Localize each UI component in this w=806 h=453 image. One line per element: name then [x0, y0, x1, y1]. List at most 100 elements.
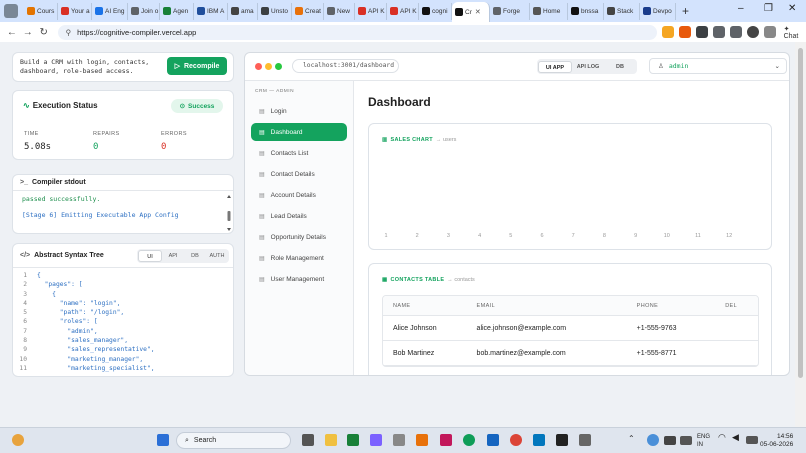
sidebar-item[interactable]: ▤ Opportunity Details	[251, 228, 347, 246]
keyboard-icon[interactable]	[664, 436, 676, 445]
file-explorer-icon[interactable]	[325, 434, 337, 446]
browser-tab[interactable]: cogni	[419, 2, 452, 20]
app-icon[interactable]	[556, 434, 568, 446]
sidebar-item[interactable]: ▤ Login	[251, 102, 347, 120]
start-icon[interactable]	[157, 434, 169, 446]
app-icon[interactable]	[440, 434, 452, 446]
page-scrollbar[interactable]	[795, 42, 806, 427]
sales-chart-title-text: SALES CHART	[390, 137, 433, 143]
volume-icon[interactable]: ◀	[732, 432, 744, 444]
browser-tab[interactable]: Cr ✕	[452, 2, 490, 22]
sidebar-item[interactable]: ▤ Account Details	[251, 186, 347, 204]
system-clock[interactable]: 14:56 05-06-2026	[760, 433, 793, 449]
chrome-icon[interactable]	[510, 434, 522, 446]
tray-icon[interactable]	[647, 434, 659, 446]
minimize-icon[interactable]: –	[738, 3, 744, 14]
browser-tab[interactable]: Join o	[128, 2, 160, 20]
mode-tab[interactable]: API LOG	[572, 61, 604, 73]
browser-tab[interactable]: API K	[355, 2, 387, 20]
cell-name: Alice Johnson	[393, 324, 437, 332]
table-row[interactable]: Bob Martinez bob.martinez@example.com +1-5…	[383, 341, 758, 366]
browser-tab[interactable]: Unsto	[258, 2, 292, 20]
bookmark-star-icon[interactable]	[662, 26, 675, 38]
maximize-icon[interactable]: ❐	[764, 3, 773, 14]
browser-menu-icon[interactable]	[4, 4, 18, 18]
battery-icon[interactable]	[746, 436, 758, 444]
edge-icon[interactable]	[463, 434, 475, 446]
browser-tab[interactable]: Agen	[160, 2, 194, 20]
mode-tab[interactable]: UI APP	[538, 60, 572, 73]
ast-tab[interactable]: API	[162, 250, 184, 262]
scrollbar-thumb[interactable]	[798, 48, 803, 378]
browser-tab[interactable]: API K	[387, 2, 419, 20]
extension-icon[interactable]	[696, 26, 708, 38]
ast-header: </> Abstract Syntax Tree UI API DB AUTH	[13, 244, 233, 268]
app-icon[interactable]	[370, 434, 382, 446]
back-icon[interactable]: ←	[4, 27, 20, 38]
lang-code: ENG	[697, 434, 711, 440]
url-bar[interactable]: ⚲ https://cognitive-compiler.vercel.app	[57, 24, 658, 40]
sidebar-item[interactable]: ▤ User Management	[251, 270, 347, 288]
monitor-icon[interactable]	[680, 436, 692, 445]
browser-tab[interactable]: Home	[530, 2, 568, 20]
site-info-icon[interactable]: ⚲	[66, 28, 72, 37]
stdout-scrollbar[interactable]	[227, 195, 231, 231]
user-select[interactable]: ♙ admin ⌄	[649, 58, 787, 74]
sidebar-item[interactable]: ▤ Lead Details	[251, 207, 347, 225]
tab-favicon	[295, 7, 303, 15]
sidebar-item[interactable]: ▤ Contacts List	[251, 144, 347, 162]
task-view-icon[interactable]	[302, 434, 314, 446]
browser-tab[interactable]: Cours	[24, 2, 58, 20]
mode-tab[interactable]: DB	[604, 61, 636, 73]
browser-tab[interactable]: AI Eng	[92, 2, 128, 20]
chat-label: Chat	[783, 32, 799, 40]
prompt-input[interactable]: Build a CRM with login, contacts, dashbo…	[20, 58, 165, 76]
app-icon[interactable]	[487, 434, 499, 446]
recompile-button[interactable]: ▷ Recompile	[167, 57, 227, 75]
ast-tab[interactable]: AUTH	[206, 250, 228, 262]
browser-tab[interactable]: Forge	[490, 2, 530, 20]
browser-tab[interactable]: ama	[228, 2, 258, 20]
maximize-dot	[275, 63, 282, 70]
browser-tab[interactable]: IBM A	[194, 2, 228, 20]
chevron-up-icon[interactable]: ⌃	[628, 434, 636, 446]
language-indicator[interactable]: ENG IN	[697, 433, 710, 449]
extension-icon[interactable]	[679, 26, 692, 38]
browser-tab[interactable]: New	[324, 2, 355, 20]
time-value: 5.08s	[24, 142, 52, 152]
new-tab-button[interactable]: +	[682, 4, 689, 18]
browser-tab[interactable]: Your a	[58, 2, 92, 20]
crm-label: CRM — ADMIN	[255, 89, 295, 94]
chat-button[interactable]: ✦ Chat	[784, 25, 806, 40]
app-icon[interactable]	[533, 434, 545, 446]
more-menu-icon[interactable]	[763, 26, 776, 38]
sidebar-item[interactable]: ▤ Contact Details	[251, 165, 347, 183]
browser-tab[interactable]: Creat	[292, 2, 324, 20]
address-bar-row: ← → ↻ ⚲ https://cognitive-compiler.verce…	[0, 22, 806, 42]
sidebar-item[interactable]: ▤ Role Management	[251, 249, 347, 267]
forward-icon[interactable]: →	[20, 27, 36, 38]
ast-tab[interactable]: DB	[184, 250, 206, 262]
app-icon[interactable]	[393, 434, 405, 446]
browser-tab[interactable]: bnssa	[568, 2, 604, 20]
reload-icon[interactable]: ↻	[36, 27, 52, 38]
app-icon[interactable]	[347, 434, 359, 446]
vlc-icon[interactable]	[416, 434, 428, 446]
extension-icon[interactable]	[713, 26, 725, 38]
close-window-icon[interactable]: ✕	[788, 3, 796, 14]
browser-tab[interactable]: Stack	[604, 2, 640, 20]
profile-avatar[interactable]	[746, 26, 759, 38]
sidebar-item[interactable]: ▤ Dashboard	[251, 123, 347, 141]
extensions-puzzle-icon[interactable]	[729, 26, 742, 38]
browser-tab[interactable]: Devpo	[640, 2, 676, 20]
close-tab-icon[interactable]: ✕	[475, 8, 481, 16]
contacts-table-title-text: CONTACTS TABLE	[390, 277, 445, 283]
page-icon: ▤	[259, 171, 265, 178]
taskbar-search[interactable]: ⌕ Search	[176, 432, 291, 449]
weather-icon[interactable]	[12, 434, 24, 446]
app-icon[interactable]	[579, 434, 591, 446]
user-name: admin	[668, 62, 689, 70]
table-row[interactable]: Alice Johnson alice.johnson@example.com +1…	[383, 316, 758, 341]
wifi-icon[interactable]: ◠	[718, 432, 730, 444]
ast-tab[interactable]: UI	[138, 250, 162, 262]
